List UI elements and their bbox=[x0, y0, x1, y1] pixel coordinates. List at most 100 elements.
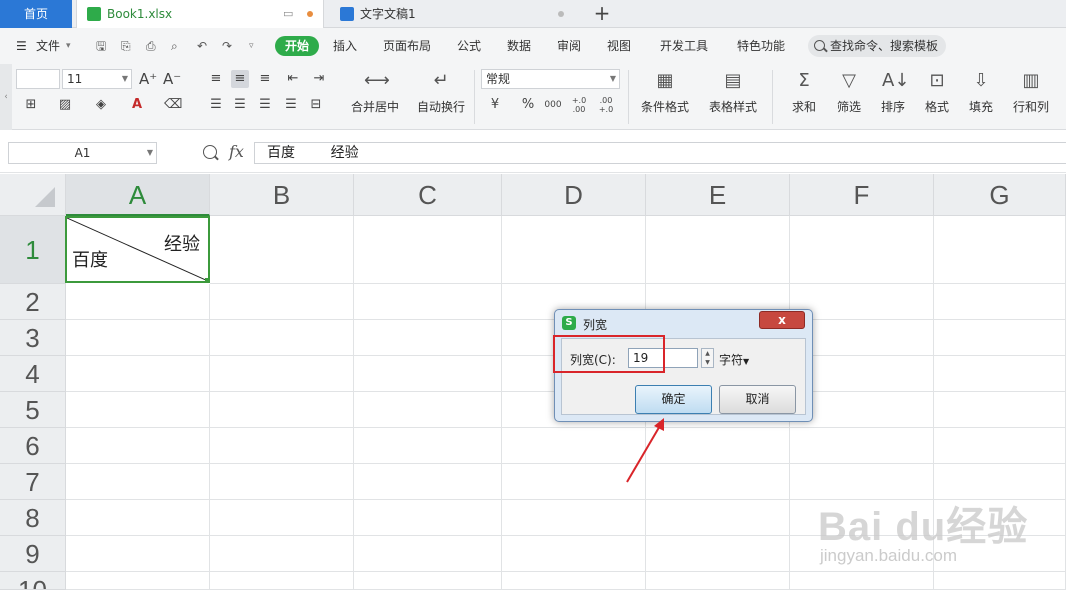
new-tab-button[interactable]: + bbox=[592, 0, 612, 28]
grid-cell[interactable] bbox=[502, 464, 646, 500]
grid-cell[interactable] bbox=[66, 428, 210, 464]
spin-up-icon[interactable]: ▲ bbox=[702, 349, 713, 358]
clear-icon[interactable]: ⌫ bbox=[164, 96, 182, 114]
fx-icon[interactable]: fx bbox=[229, 142, 244, 161]
tab-home[interactable]: 首页 bbox=[0, 0, 72, 28]
grid-cell[interactable] bbox=[210, 216, 354, 284]
row-column-button[interactable]: ▥ 行和列 bbox=[1007, 70, 1055, 126]
grid-cell[interactable] bbox=[934, 216, 1066, 284]
row-header-10[interactable]: 10 bbox=[0, 572, 66, 590]
close-button[interactable]: x bbox=[759, 311, 805, 329]
grid-cell[interactable] bbox=[934, 320, 1066, 356]
align-right-icon[interactable]: ☰ bbox=[256, 96, 274, 114]
menu-file[interactable]: 文件 bbox=[36, 37, 60, 55]
grid-cell[interactable] bbox=[210, 320, 354, 356]
grid-cell[interactable] bbox=[354, 284, 502, 320]
spin-down-icon[interactable]: ▼ bbox=[702, 358, 713, 367]
format-button[interactable]: ⊡ 格式 bbox=[917, 70, 957, 126]
grid-cell[interactable] bbox=[646, 536, 790, 572]
grid-cell[interactable] bbox=[502, 216, 646, 284]
grid-cell[interactable] bbox=[210, 572, 354, 590]
column-header-c[interactable]: C bbox=[354, 174, 502, 216]
align-top-icon[interactable]: ≡ bbox=[207, 70, 225, 88]
dialog-titlebar[interactable]: S 列宽 x bbox=[555, 310, 812, 336]
grid-cell[interactable] bbox=[210, 464, 354, 500]
row-header-3[interactable]: 3 bbox=[0, 320, 66, 356]
grid-cell[interactable] bbox=[502, 572, 646, 590]
grid-cell[interactable] bbox=[210, 284, 354, 320]
grid-cell[interactable] bbox=[66, 572, 210, 590]
row-header-2[interactable]: 2 bbox=[0, 284, 66, 320]
row-header-4[interactable]: 4 bbox=[0, 356, 66, 392]
increase-font-icon[interactable]: A⁺ bbox=[139, 70, 157, 88]
font-size-select[interactable]: 11 ▼ bbox=[62, 69, 132, 89]
outdent-icon[interactable]: ⇤ bbox=[284, 70, 302, 88]
grid-cell[interactable] bbox=[502, 536, 646, 572]
grid-cell[interactable] bbox=[66, 320, 210, 356]
grid-cell[interactable] bbox=[646, 572, 790, 590]
row-header-8[interactable]: 8 bbox=[0, 500, 66, 536]
undo-icon[interactable]: ↶ bbox=[197, 37, 207, 55]
save-icon[interactable]: 🖫 bbox=[96, 37, 106, 55]
grid-cell[interactable] bbox=[934, 284, 1066, 320]
column-header-f[interactable]: F bbox=[790, 174, 934, 216]
filter-button[interactable]: ▽ 筛选 bbox=[829, 70, 869, 126]
grid-cell[interactable] bbox=[66, 464, 210, 500]
border-icon[interactable]: ⊞ bbox=[22, 96, 40, 114]
align-middle-icon[interactable]: ≡ bbox=[231, 70, 249, 88]
grid-cell[interactable] bbox=[210, 392, 354, 428]
column-header-e[interactable]: E bbox=[646, 174, 790, 216]
grid-cell[interactable] bbox=[790, 572, 934, 590]
cancel-button[interactable]: 取消 bbox=[719, 385, 796, 414]
grid-cell[interactable] bbox=[934, 572, 1066, 590]
formula-input[interactable]: 百度 经验 bbox=[254, 142, 1066, 164]
grid-cell[interactable] bbox=[66, 284, 210, 320]
grid-cell[interactable] bbox=[66, 500, 210, 536]
justify-icon[interactable]: ☰ bbox=[282, 96, 300, 114]
grid-cell[interactable] bbox=[646, 464, 790, 500]
menu-developer[interactable]: 开发工具 bbox=[660, 37, 708, 55]
grid-cell[interactable] bbox=[210, 428, 354, 464]
fill-color-icon[interactable]: ◈ bbox=[92, 96, 110, 114]
grid-cell[interactable] bbox=[646, 428, 790, 464]
ok-button[interactable]: 确定 bbox=[635, 385, 712, 414]
decrease-font-icon[interactable]: A⁻ bbox=[163, 70, 181, 88]
redo-icon[interactable]: ↷ bbox=[222, 37, 232, 55]
hamburger-icon[interactable]: ☰ bbox=[16, 37, 27, 55]
column-width-spinner[interactable]: ▲ ▼ bbox=[701, 348, 714, 368]
row-header-6[interactable]: 6 bbox=[0, 428, 66, 464]
tab-document[interactable]: 文字文稿1 bbox=[330, 0, 578, 28]
grid-cell[interactable] bbox=[502, 428, 646, 464]
menu-formula[interactable]: 公式 bbox=[457, 37, 481, 55]
conditional-format-button[interactable]: ▦ 条件格式 bbox=[634, 70, 696, 126]
menu-review[interactable]: 审阅 bbox=[557, 37, 581, 55]
grid-cell[interactable] bbox=[354, 464, 502, 500]
font-color-icon[interactable]: A bbox=[128, 96, 146, 114]
ribbon-collapse-handle[interactable]: ‹ bbox=[0, 64, 12, 130]
row-header-5[interactable]: 5 bbox=[0, 392, 66, 428]
column-header-d[interactable]: D bbox=[502, 174, 646, 216]
grid-cell[interactable] bbox=[646, 500, 790, 536]
grid-cell[interactable] bbox=[790, 428, 934, 464]
number-format-select[interactable]: 常规 ▼ bbox=[481, 69, 620, 89]
menu-data[interactable]: 数据 bbox=[507, 37, 531, 55]
monitor-icon[interactable]: ▭ bbox=[283, 0, 293, 28]
grid-cell[interactable] bbox=[354, 392, 502, 428]
currency-icon[interactable]: ¥ bbox=[486, 96, 504, 114]
align-bottom-icon[interactable]: ≡ bbox=[256, 70, 274, 88]
percent-icon[interactable]: % bbox=[519, 96, 537, 114]
menu-view[interactable]: 视图 bbox=[607, 37, 631, 55]
tab-book1[interactable]: Book1.xlsx ▭ bbox=[76, 0, 324, 28]
row-header-1[interactable]: 1 bbox=[0, 216, 66, 284]
grid-cell[interactable] bbox=[354, 320, 502, 356]
menu-start[interactable]: 开始 bbox=[275, 36, 319, 56]
grid-cell[interactable] bbox=[354, 216, 502, 284]
row-header-7[interactable]: 7 bbox=[0, 464, 66, 500]
fill-button[interactable]: ⇩ 填充 bbox=[961, 70, 1001, 126]
grid-cell[interactable] bbox=[354, 428, 502, 464]
name-box[interactable]: A1 ▼ bbox=[8, 142, 157, 164]
fill-pattern-icon[interactable]: ▨ bbox=[56, 96, 74, 114]
grid-cell[interactable] bbox=[354, 500, 502, 536]
grid-cell[interactable] bbox=[646, 216, 790, 284]
align-center-icon[interactable]: ☰ bbox=[231, 96, 249, 114]
